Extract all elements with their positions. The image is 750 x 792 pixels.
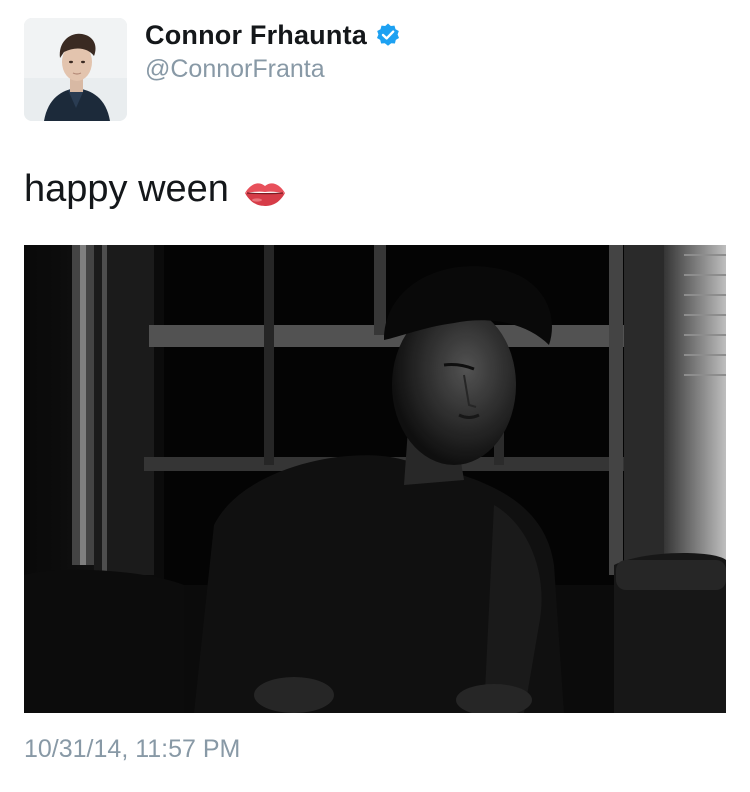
display-name-row: Connor Frhaunta [145, 17, 401, 53]
avatar[interactable] [24, 18, 127, 121]
tweet-timestamp[interactable]: 10/31/14, 11:57 PM [24, 735, 240, 764]
verified-badge-icon [375, 22, 401, 48]
tweet-text: happy ween [24, 168, 229, 210]
display-name[interactable]: Connor Frhaunta [145, 20, 367, 51]
user-handle[interactable]: @ConnorFranta [145, 55, 325, 84]
profile-photo [24, 18, 127, 121]
tweet-text-row: happy ween [24, 168, 287, 211]
tweet-photo[interactable] [24, 245, 726, 713]
lips-emoji-icon [243, 175, 287, 206]
